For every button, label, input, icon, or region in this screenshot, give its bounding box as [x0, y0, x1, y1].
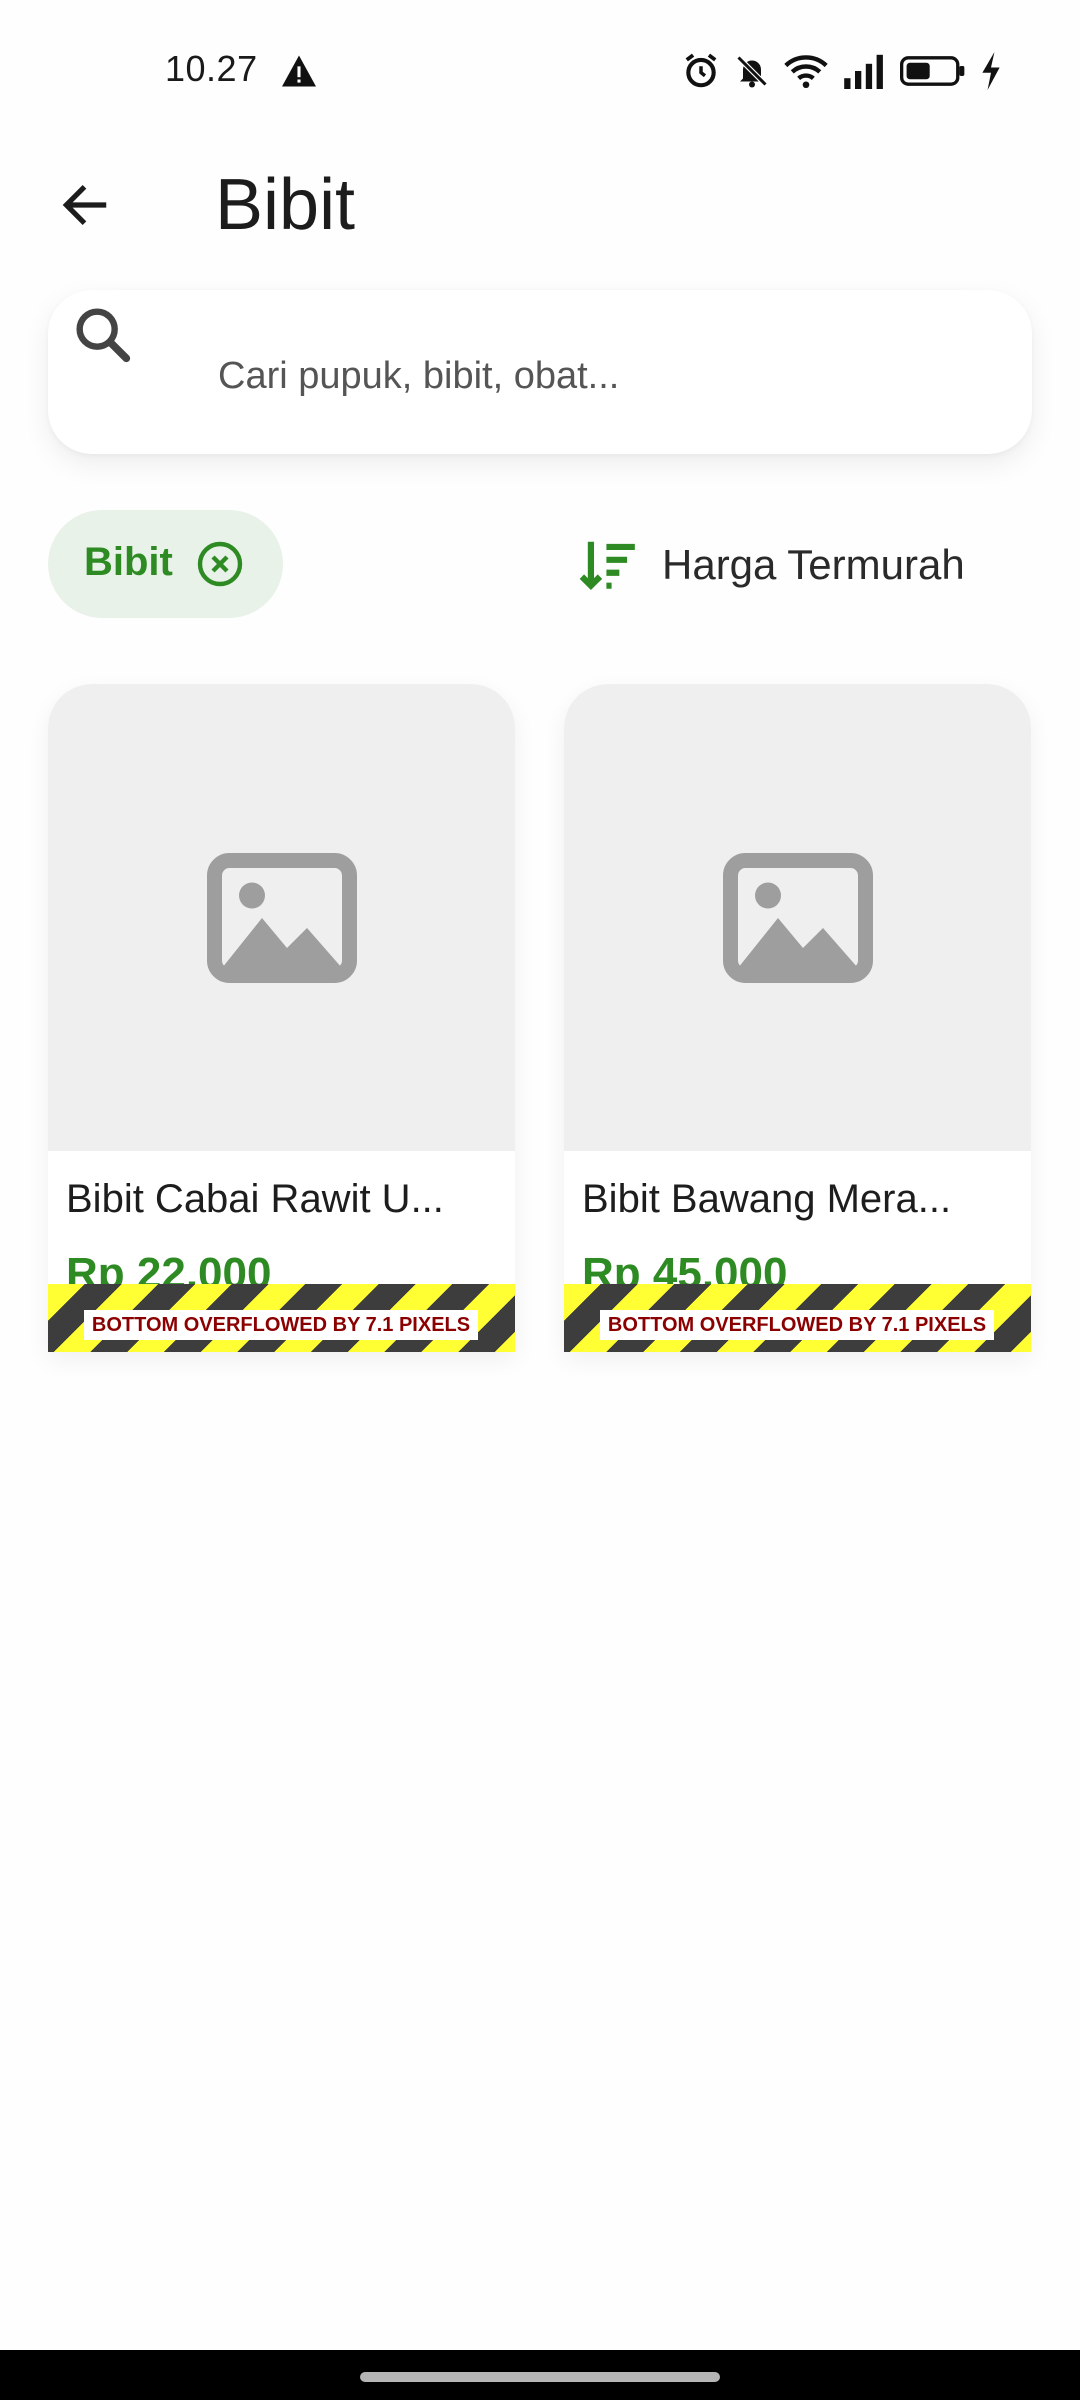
- search-input[interactable]: [216, 340, 1000, 412]
- image-icon: [206, 852, 357, 983]
- alarm-icon: [685, 53, 717, 88]
- overflow-warning-text: BOTTOM OVERFLOWED BY 7.1 PIXELS: [600, 1310, 994, 1340]
- sort-label: Harga Termurah: [662, 541, 965, 588]
- charging-icon: [982, 52, 1000, 90]
- wifi-icon: [784, 55, 828, 89]
- product-image-placeholder: [564, 684, 1031, 1151]
- battery-icon: [900, 56, 965, 86]
- chip-label: Bibit: [84, 540, 173, 584]
- product-name: Bibit Cabai Rawit U...: [66, 1177, 444, 1221]
- overflow-warning-stripe: BOTTOM OVERFLOWED BY 7.1 PIXELS: [48, 1284, 515, 1352]
- product-name: Bibit Bawang Mera...: [582, 1177, 952, 1221]
- product-image-placeholder: [48, 684, 515, 1151]
- screen: 10.27 Bibit Cari pupuk, bibit, obat... B…: [0, 0, 1080, 2400]
- arrow-left-icon: [62, 185, 107, 225]
- warning-icon: [282, 55, 316, 87]
- product-card[interactable]: Bibit Cabai Rawit U... Rp 22.000 BOTTOM …: [48, 684, 515, 1352]
- status-time: 10.27: [165, 48, 258, 89]
- status-icons: [682, 50, 1002, 92]
- overflow-warning-stripe: BOTTOM OVERFLOWED BY 7.1 PIXELS: [564, 1284, 1031, 1352]
- page-title: Bibit: [215, 165, 356, 245]
- category-filter-chip[interactable]: Bibit: [48, 510, 283, 618]
- sort-ascending-icon: [579, 541, 635, 591]
- back-button[interactable]: [40, 160, 130, 250]
- image-icon: [722, 852, 873, 983]
- close-circle-icon[interactable]: [196, 540, 244, 588]
- search-bar[interactable]: [48, 290, 1032, 454]
- sort-button[interactable]: Harga Termurah: [578, 530, 965, 600]
- system-navigation-bar: [0, 2350, 1080, 2400]
- signal-icon: [844, 54, 883, 89]
- home-gesture-handle[interactable]: [360, 2372, 720, 2382]
- bell-off-icon: [736, 55, 768, 88]
- search-icon: [76, 308, 131, 363]
- status-bar: 10.27: [0, 0, 1080, 140]
- overflow-warning-text: BOTTOM OVERFLOWED BY 7.1 PIXELS: [84, 1310, 478, 1340]
- product-card[interactable]: Bibit Bawang Mera... Rp 45.000 BOTTOM OV…: [564, 684, 1031, 1352]
